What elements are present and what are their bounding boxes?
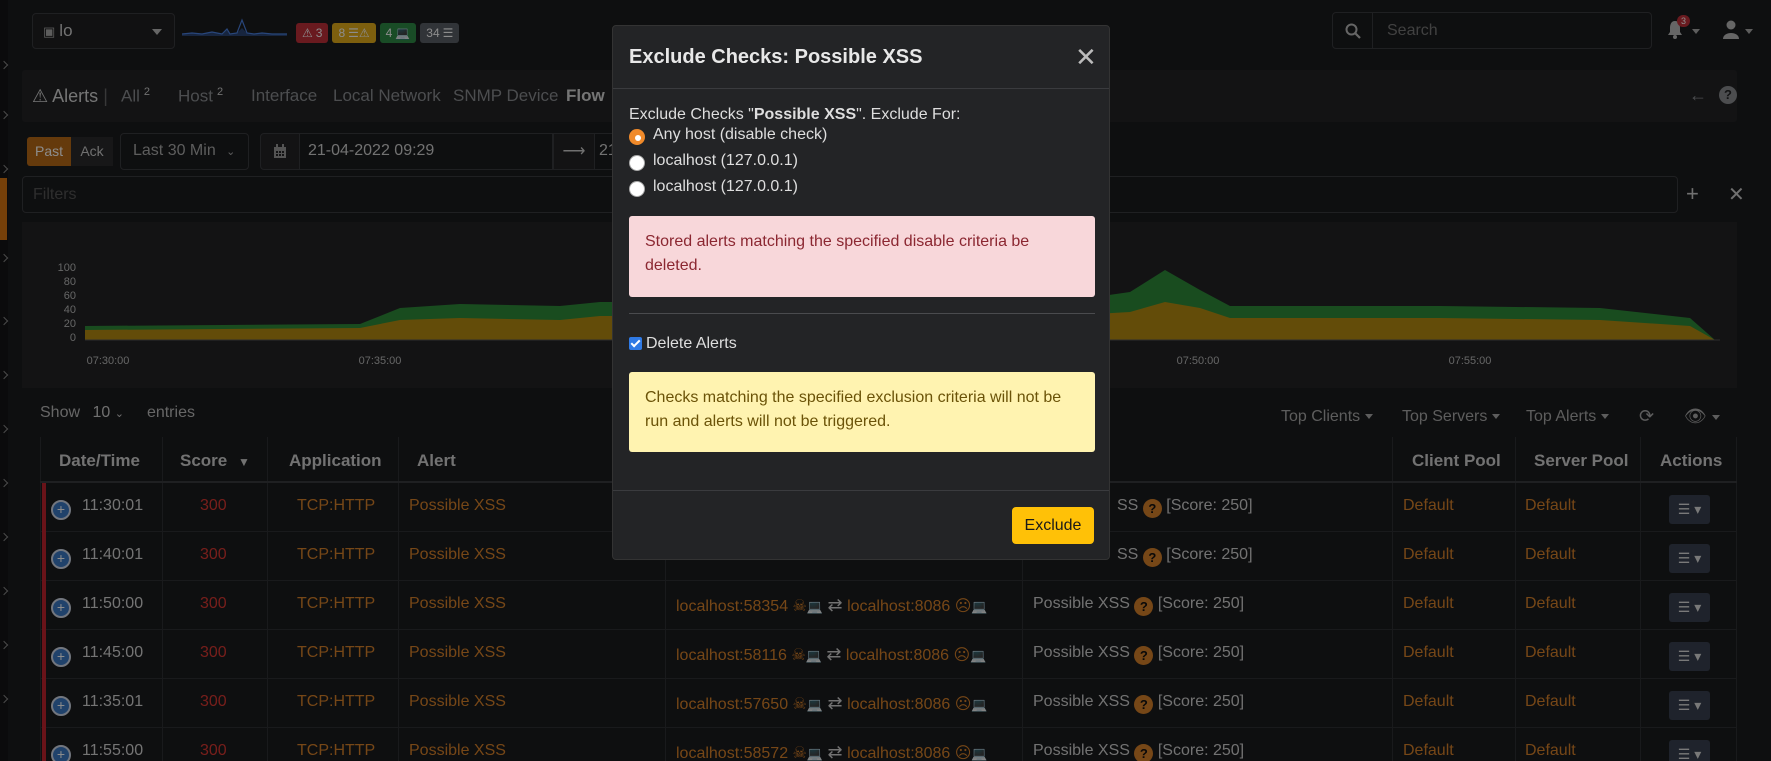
modal-header: Exclude Checks: Possible XSS ✕: [613, 26, 1109, 89]
modal-body: Exclude Checks "Possible XSS". Exclude F…: [629, 106, 1095, 452]
checkbox-checked[interactable]: [629, 337, 642, 350]
exclude-intro: Exclude Checks "Possible XSS". Exclude F…: [629, 106, 961, 123]
delete-warning-alert: Stored alerts matching the specified dis…: [629, 216, 1095, 297]
radio-button[interactable]: [629, 181, 645, 197]
radio-button[interactable]: [629, 155, 645, 171]
divider: [629, 313, 1095, 314]
modal-title: Exclude Checks: Possible XSS: [629, 46, 923, 68]
close-icon[interactable]: ✕: [1075, 42, 1097, 73]
radio-any-host[interactable]: Any host (disable check): [629, 126, 1095, 152]
radio-button[interactable]: [629, 129, 645, 145]
exclusion-info-alert: Checks matching the specified exclusion …: [629, 372, 1095, 452]
radio-localhost-1[interactable]: localhost (127.0.0.1): [629, 152, 1095, 178]
exclude-checks-modal: Exclude Checks: Possible XSS ✕ Exclude C…: [612, 25, 1110, 560]
radio-localhost-2[interactable]: localhost (127.0.0.1): [629, 178, 1095, 204]
delete-alerts-checkbox[interactable]: Delete Alerts: [629, 335, 1095, 353]
modal-footer-divider: [613, 490, 1109, 491]
exclude-button[interactable]: Exclude: [1012, 507, 1094, 544]
